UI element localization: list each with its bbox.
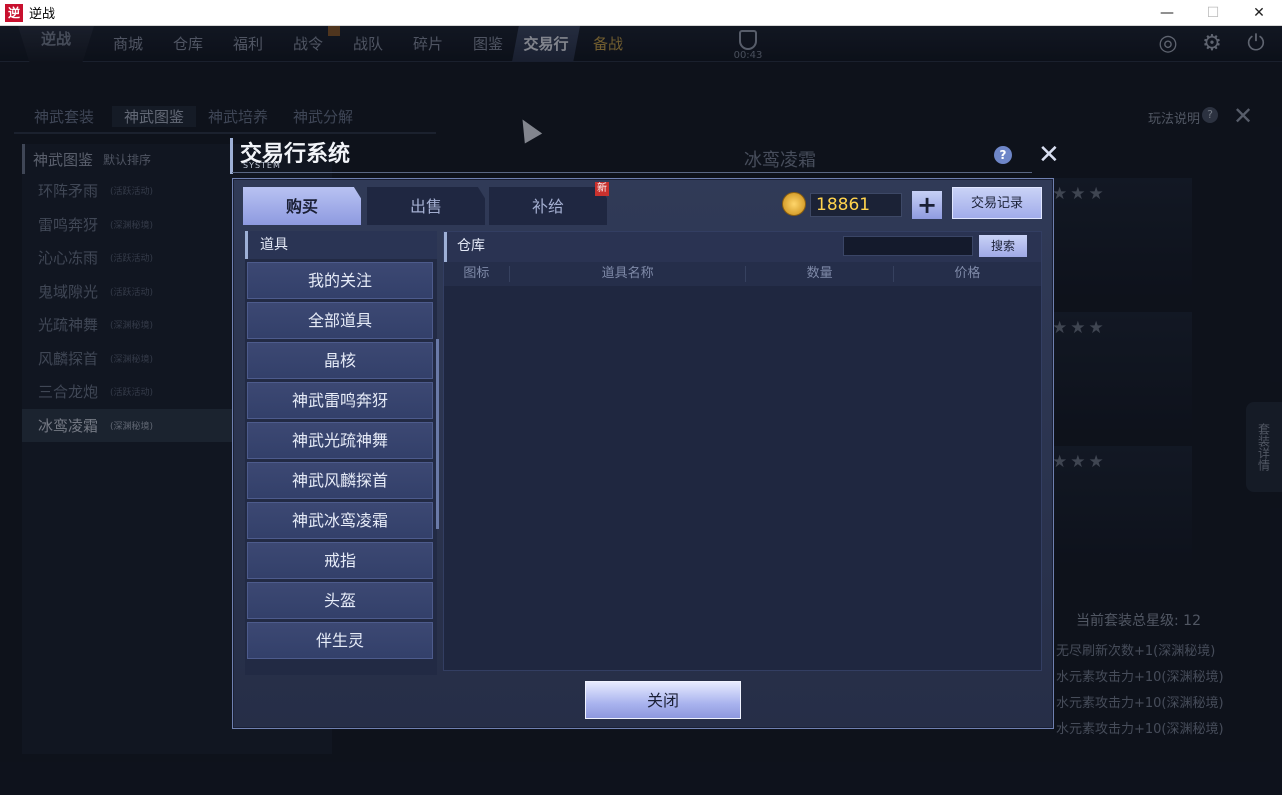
category-item[interactable]: 我的关注 bbox=[247, 262, 433, 299]
dialog-subtitle: SYSTEM bbox=[243, 161, 281, 170]
category-item[interactable]: 神武风麟探首 bbox=[247, 462, 433, 499]
category-item[interactable]: 神武冰鸾凌霜 bbox=[247, 502, 433, 539]
category-panel: 道具 我的关注 全部道具 晶核 神武雷鸣奔犽 神武光疏神舞 神武风麟探首 神武冰… bbox=[245, 231, 437, 675]
new-badge: 新 bbox=[595, 182, 609, 196]
dialog-help-icon[interactable]: ? bbox=[994, 146, 1012, 164]
maximize-button[interactable]: ☐ bbox=[1190, 0, 1236, 26]
window-title: 逆战 bbox=[29, 7, 56, 22]
dialog-close-icon[interactable]: ✕ bbox=[1038, 140, 1060, 170]
category-scrollbar[interactable] bbox=[436, 339, 439, 529]
category-item[interactable]: 全部道具 bbox=[247, 302, 433, 339]
warehouse-header: 仓库 搜索 bbox=[444, 232, 1041, 262]
category-item[interactable]: 伴生灵 bbox=[247, 622, 433, 659]
category-item[interactable]: 戒指 bbox=[247, 542, 433, 579]
col-icon: 图标 bbox=[444, 266, 510, 282]
trade-record-button[interactable]: 交易记录 bbox=[952, 187, 1042, 219]
minimize-button[interactable]: — bbox=[1144, 0, 1190, 26]
close-window-button[interactable]: ✕ bbox=[1236, 0, 1282, 26]
app-icon: 逆 bbox=[5, 3, 23, 22]
warehouse-title: 仓库 bbox=[457, 238, 485, 254]
window-titlebar: 逆 逆战 — ☐ ✕ bbox=[0, 0, 1282, 26]
title-divider bbox=[232, 172, 1032, 173]
search-button[interactable]: 搜索 bbox=[979, 235, 1027, 257]
category-item[interactable]: 头盔 bbox=[247, 582, 433, 619]
warehouse-panel: 仓库 搜索 图标 道具名称 数量 价格 bbox=[443, 231, 1042, 671]
category-item[interactable]: 神武雷鸣奔犽 bbox=[247, 382, 433, 419]
tab-sell[interactable]: 出售 bbox=[367, 187, 485, 225]
tab-buy[interactable]: 购买 bbox=[243, 187, 361, 225]
coin-icon bbox=[782, 192, 806, 216]
search-input[interactable] bbox=[843, 236, 973, 256]
category-header: 道具 bbox=[245, 231, 437, 259]
title-accent bbox=[230, 138, 233, 174]
col-price: 价格 bbox=[954, 266, 981, 281]
trading-dialog: 购买 出售 补给 新 18861 + 交易记录 道具 我的关注 全部道具 晶核 … bbox=[232, 178, 1054, 729]
category-item[interactable]: 晶核 bbox=[247, 342, 433, 379]
col-name: 道具名称 bbox=[510, 266, 747, 282]
table-header: 图标 道具名称 数量 价格 bbox=[444, 262, 1041, 286]
tab-supply[interactable]: 补给 bbox=[489, 187, 607, 225]
add-currency-button[interactable]: + bbox=[912, 191, 942, 219]
col-quantity: 数量 bbox=[746, 266, 894, 282]
close-button[interactable]: 关闭 bbox=[585, 681, 741, 719]
category-item[interactable]: 神武光疏神舞 bbox=[247, 422, 433, 459]
currency-amount: 18861 bbox=[810, 193, 902, 217]
